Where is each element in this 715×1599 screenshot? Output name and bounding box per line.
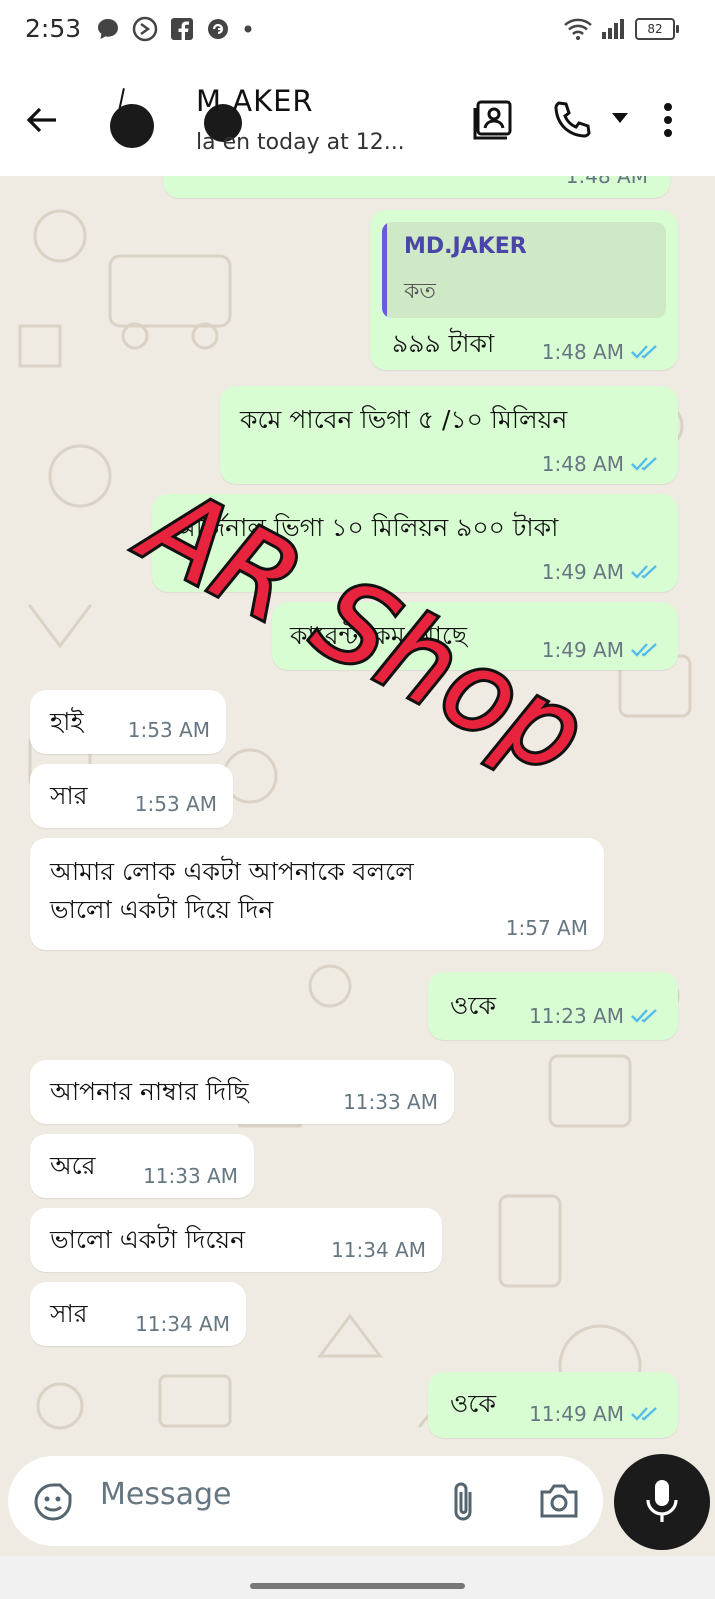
message-bubble-incoming[interactable]: সার 1:53 AM: [30, 764, 233, 828]
last-seen-status: la en today at 12...: [196, 130, 405, 155]
facebook-icon: [171, 18, 193, 40]
signal-icon: [602, 19, 624, 39]
voice-record-button[interactable]: [614, 1454, 710, 1550]
system-navigation-bar: [0, 1556, 715, 1599]
message-time: 11:49 AM: [529, 1402, 624, 1426]
microphone-icon: [646, 1480, 678, 1522]
message-input[interactable]: [98, 1476, 432, 1513]
double-check-read-icon: [631, 457, 657, 471]
message-text: হাই: [50, 707, 84, 736]
status-time: 2:53: [25, 14, 82, 43]
message-time: 11:23 AM: [529, 1004, 624, 1028]
message-text: কমে পাবেন ভিগা ৫ /১০ মিলিয়ন: [240, 405, 568, 434]
message-text: সার: [50, 781, 88, 810]
message-bubble-incoming[interactable]: আপনার নাম্বার দিছি 11:33 AM: [30, 1060, 454, 1124]
composer-bar: [0, 1454, 715, 1556]
chat-header: M AKER la en today at 12...: [0, 60, 715, 176]
messenger-icon: [132, 16, 158, 42]
chat-bubble-icon: [98, 19, 118, 39]
message-bubble-incoming[interactable]: অরে 11:33 AM: [30, 1134, 254, 1198]
message-text: অরে: [50, 1151, 96, 1180]
message-text: ভালো একটা দিয়েন: [50, 1225, 246, 1254]
contact-card-icon[interactable]: [472, 98, 518, 142]
message-bubble-outgoing[interactable]: MD.JAKER কত ৯৯৯ টাকা 1:48 AM: [370, 210, 678, 370]
message-text-line2: ভালো একটা দিয়ে দিন: [50, 895, 274, 924]
attach-icon[interactable]: [448, 1480, 478, 1524]
message-text-line1: আমার লোক একটা আপনাকে বললে: [50, 857, 414, 886]
contact-name[interactable]: M AKER: [196, 84, 314, 118]
home-gesture-handle[interactable]: [250, 1583, 465, 1589]
message-time: 1:48 AM: [565, 176, 648, 188]
notification-icons: [95, 14, 255, 44]
message-bubble-outgoing[interactable]: ওকে 11:23 AM: [428, 972, 678, 1040]
message-time: 1:48 AM: [541, 452, 624, 476]
message-time: 11:34 AM: [331, 1238, 426, 1262]
message-time: 1:49 AM: [541, 560, 624, 584]
quoted-message[interactable]: MD.JAKER কত: [382, 222, 666, 318]
message-time: 1:53 AM: [134, 792, 217, 816]
message-bubble-outgoing[interactable]: ওকে 11:49 AM: [428, 1372, 678, 1438]
refresh-icon: [208, 19, 228, 39]
message-text: ওকে: [450, 1389, 496, 1418]
message-bubble-partial[interactable]: 1:48 AM: [163, 176, 670, 198]
message-bubble-incoming[interactable]: ভালো একটা দিয়েন 11:34 AM: [30, 1208, 442, 1272]
more-options-icon[interactable]: [662, 98, 674, 142]
camera-icon[interactable]: [538, 1482, 580, 1520]
message-composer: [8, 1456, 603, 1546]
message-time: 1:57 AM: [505, 916, 588, 940]
message-text: সার: [50, 1299, 88, 1328]
message-bubble-incoming[interactable]: সার 11:34 AM: [30, 1282, 246, 1346]
message-time: 11:33 AM: [143, 1164, 238, 1188]
double-check-read-icon: [631, 565, 657, 579]
dot-icon: [244, 25, 252, 33]
double-check-read-icon: [631, 643, 657, 657]
sticker-emoji-icon[interactable]: [32, 1481, 74, 1523]
message-bubble-outgoing[interactable]: কমে পাবেন ভিগা ৫ /১০ মিলিয়ন 1:48 AM: [220, 386, 678, 484]
message-text: ওকে: [450, 991, 496, 1020]
message-time: 11:34 AM: [135, 1312, 230, 1336]
message-text: আপনার নাম্বার দিছি: [50, 1077, 249, 1106]
double-check-read-icon: [631, 1407, 657, 1421]
quote-accent-bar: [382, 222, 387, 318]
status-bar: 2:53 82: [0, 0, 715, 60]
message-text: ৯৯৯ টাকা: [392, 329, 495, 358]
message-time: 1:48 AM: [541, 340, 624, 364]
quoted-sender: MD.JAKER: [404, 234, 527, 259]
double-check-read-icon: [631, 345, 657, 359]
back-arrow-icon[interactable]: [22, 100, 62, 140]
double-check-read-icon: [631, 1009, 657, 1023]
battery-icon: 82: [635, 18, 679, 40]
wifi-icon: [564, 18, 592, 40]
quoted-text: কত: [404, 279, 436, 304]
voice-call-icon[interactable]: [550, 98, 594, 142]
system-icons: 82: [563, 14, 679, 44]
chevron-down-icon[interactable]: [610, 110, 630, 126]
message-time: 11:33 AM: [343, 1090, 438, 1114]
avatar[interactable]: [110, 104, 154, 148]
